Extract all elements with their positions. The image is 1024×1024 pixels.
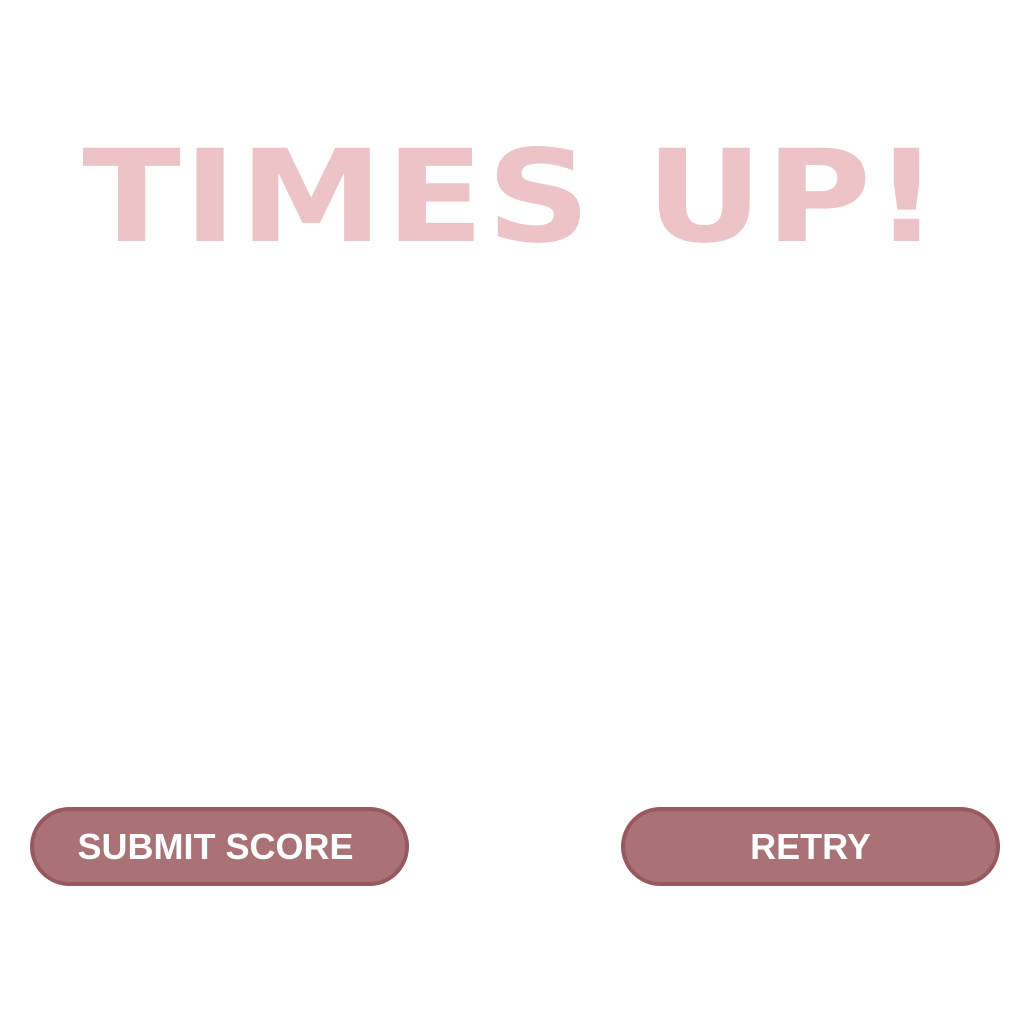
submit-score-button[interactable]: SUBMIT SCORE (30, 807, 409, 886)
times-up-title: TIMES UP! (82, 123, 942, 272)
retry-button[interactable]: RETRY (621, 807, 1000, 886)
game-over-screen: TIMES UP! SUBMIT SCORE RETRY (0, 0, 1024, 1024)
